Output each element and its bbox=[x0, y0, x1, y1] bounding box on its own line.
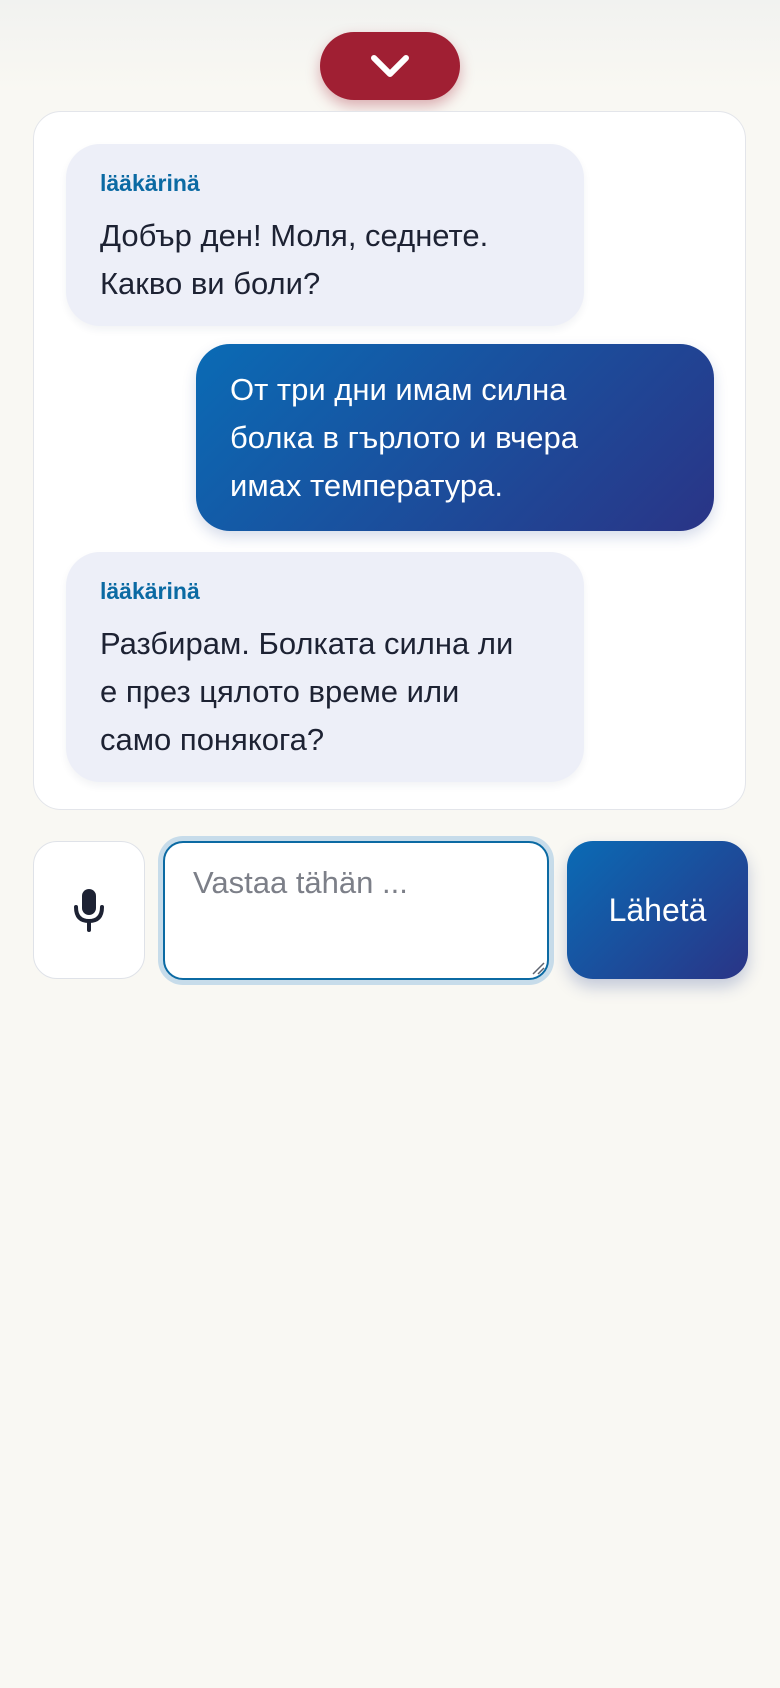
voice-input-button[interactable] bbox=[33, 841, 145, 979]
resize-handle-icon[interactable] bbox=[531, 961, 545, 975]
message-speaker-label: lääkärinä bbox=[100, 170, 200, 196]
message-text: Разбирам. Болката силна ли е през цялото… bbox=[100, 626, 514, 757]
message-text: Добър ден! Моля, седнете. Какво ви боли? bbox=[100, 218, 489, 301]
chat-message-doctor: lääkärinä Добър ден! Моля, седнете. Какв… bbox=[66, 144, 584, 326]
message-speaker-label: lääkärinä bbox=[100, 578, 200, 604]
chat-message-user: От три дни имам силна болка в гърлото и … bbox=[196, 344, 714, 531]
chat-panel: lääkärinä Добър ден! Моля, седнете. Какв… bbox=[33, 111, 746, 810]
collapse-button[interactable] bbox=[320, 32, 460, 100]
microphone-icon bbox=[74, 889, 104, 932]
message-text: От три дни имам силна болка в гърлото и … bbox=[230, 372, 579, 503]
reply-input[interactable] bbox=[163, 841, 549, 980]
send-button[interactable]: Lähetä bbox=[567, 841, 748, 979]
chevron-down-icon bbox=[371, 55, 409, 77]
chat-message-doctor: lääkärinä Разбирам. Болката силна ли е п… bbox=[66, 552, 584, 782]
